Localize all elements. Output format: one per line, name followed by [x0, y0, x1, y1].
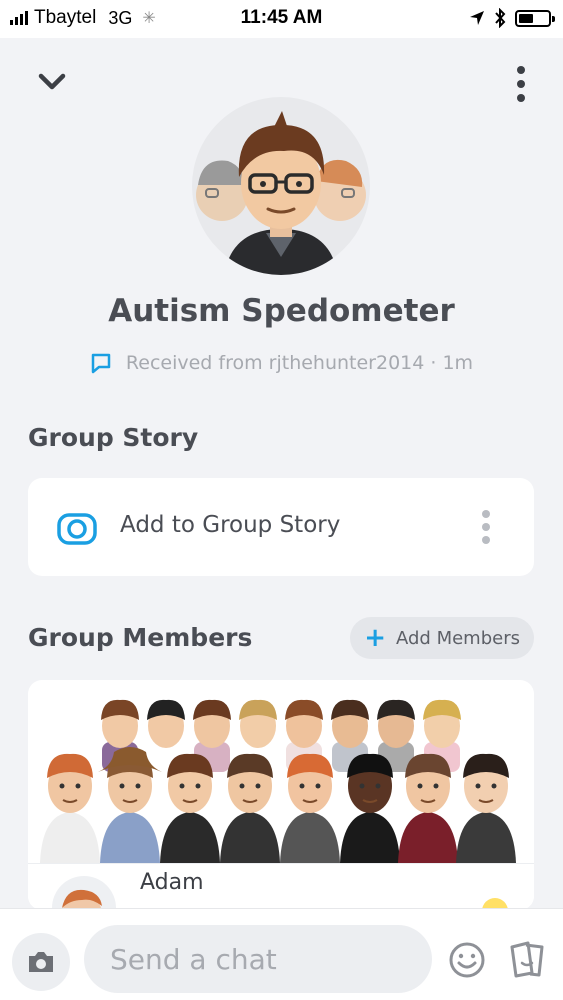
member-bitmoji	[160, 753, 220, 863]
camera-icon	[56, 508, 98, 550]
group-avatar[interactable]	[192, 97, 370, 275]
smile-icon	[449, 942, 485, 978]
received-info: Received from rjthehunter2014 · 1m	[0, 352, 563, 374]
group-members-card[interactable]: Adam	[28, 680, 534, 910]
chat-input[interactable]	[84, 925, 432, 993]
chat-bubble-icon	[91, 353, 111, 374]
group-members-bitmoji-image	[40, 699, 516, 863]
sticker-button[interactable]	[508, 939, 548, 983]
received-text: Received from rjthehunter2014 · 1m	[125, 352, 474, 374]
plus-icon: +	[364, 623, 386, 653]
battery-icon	[515, 9, 555, 27]
member-bitmoji	[220, 753, 280, 863]
location-arrow-icon	[470, 11, 484, 25]
camera-button[interactable]	[12, 933, 70, 991]
member-name: Adam	[140, 870, 204, 895]
camera-icon	[29, 952, 53, 972]
group-name: Autism Spedometer	[108, 293, 455, 329]
add-to-group-story-row[interactable]: Add to Group Story	[28, 478, 534, 576]
emoji-button[interactable]	[448, 941, 486, 983]
member-avatar	[52, 876, 116, 910]
add-members-button[interactable]: + Add Members	[350, 617, 534, 659]
story-options-button[interactable]	[482, 510, 490, 544]
sticker-icon	[510, 941, 544, 978]
status-bar: Tbaytel 3G ✳ 11:45 AM	[0, 0, 563, 38]
member-row[interactable]: Adam	[28, 863, 534, 910]
more-vertical-icon	[482, 510, 490, 518]
member-bitmoji	[40, 753, 100, 863]
bluetooth-icon	[495, 8, 506, 28]
add-to-group-story-label: Add to Group Story	[120, 512, 341, 538]
more-vertical-icon	[517, 66, 525, 74]
member-bitmoji	[398, 753, 458, 863]
more-options-button[interactable]	[501, 62, 541, 106]
collapse-button[interactable]	[30, 62, 74, 102]
chevron-down-icon	[38, 73, 66, 90]
group-story-title: Group Story	[28, 423, 199, 452]
chat-bar	[0, 908, 563, 1000]
status-right	[469, 8, 555, 28]
member-bitmoji	[456, 753, 516, 863]
member-bitmoji	[100, 753, 160, 863]
group-members-title: Group Members	[28, 623, 253, 652]
group-bitmoji-image	[196, 111, 366, 275]
member-bitmoji	[340, 753, 400, 863]
member-bitmoji	[280, 753, 340, 863]
add-members-label: Add Members	[396, 627, 520, 649]
